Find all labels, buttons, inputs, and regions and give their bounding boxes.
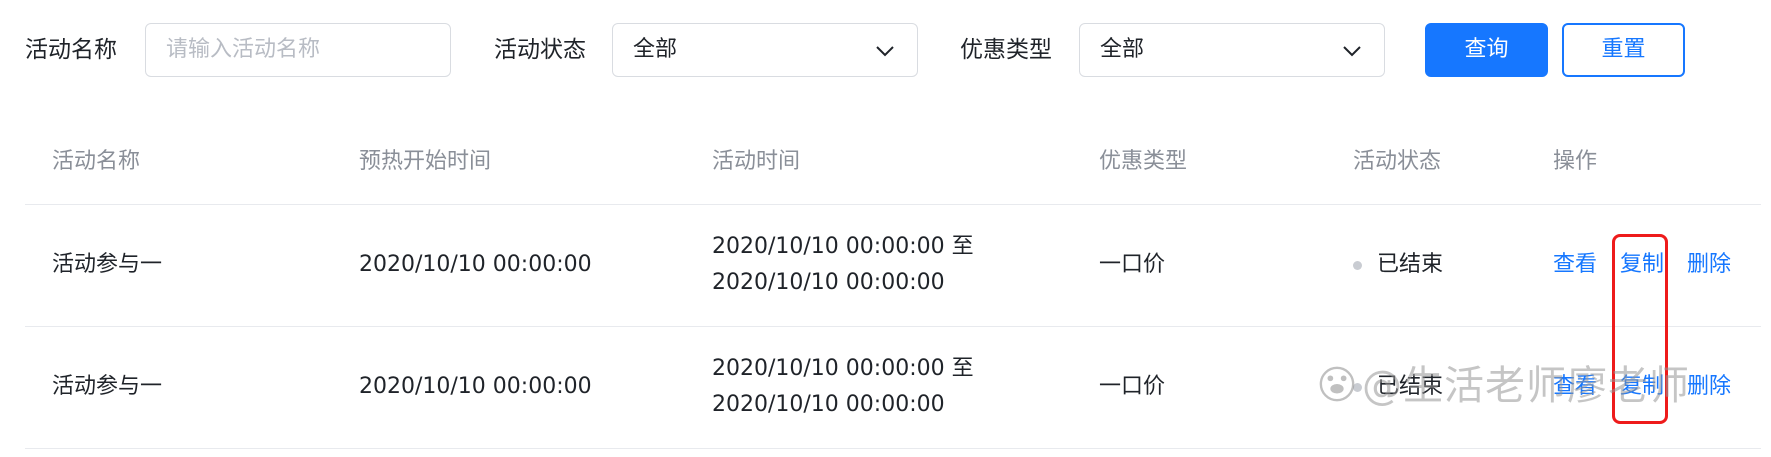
filter-bar: 活动名称 请输入活动名称 活动状态 全部 优惠类型 全部 查询 重置 — [0, 0, 1771, 100]
status-badge: 已结束 — [1377, 374, 1444, 399]
status-dot-icon — [1353, 383, 1362, 392]
header-activity-status: 活动状态 — [1353, 149, 1442, 174]
activity-status-label: 活动状态 — [494, 37, 586, 63]
query-button[interactable]: 查询 — [1425, 23, 1548, 77]
cell-preheat-start: 2020/10/10 00:00:00 — [359, 252, 592, 277]
cell-activity-time: 2020/10/10 00:00:00 至 2020/10/10 00:00:0… — [712, 351, 974, 423]
table-header: 活动名称 预热开始时间 活动时间 优惠类型 活动状态 操作 — [25, 120, 1761, 205]
reset-button[interactable]: 重置 — [1562, 23, 1685, 77]
chevron-down-icon — [876, 46, 894, 57]
cell-activity-time: 2020/10/10 00:00:00 至 2020/10/10 00:00:0… — [712, 229, 974, 301]
header-actions: 操作 — [1553, 149, 1598, 174]
copy-link[interactable]: 复制 — [1620, 249, 1664, 281]
header-activity-name: 活动名称 — [52, 149, 141, 174]
header-activity-time: 活动时间 — [712, 149, 801, 174]
status-dot-icon — [1353, 261, 1362, 270]
cell-activity-name: 活动参与一 — [52, 252, 163, 277]
table-row: 活动参与一 2020/10/10 00:00:00 2020/10/10 00:… — [25, 327, 1761, 449]
discount-type-select[interactable]: 全部 — [1079, 23, 1385, 77]
discount-type-value: 全部 — [1100, 37, 1145, 62]
copy-link[interactable]: 复制 — [1620, 371, 1664, 403]
time-start: 2020/10/10 00:00:00 至 — [712, 234, 974, 259]
activity-status-value: 全部 — [633, 37, 678, 62]
header-discount-type: 优惠类型 — [1099, 149, 1188, 174]
activity-name-placeholder: 请输入活动名称 — [166, 37, 321, 62]
time-start: 2020/10/10 00:00:00 至 — [712, 356, 974, 381]
time-end: 2020/10/10 00:00:00 — [712, 392, 945, 417]
delete-link[interactable]: 删除 — [1687, 249, 1731, 281]
cell-discount-type: 一口价 — [1099, 374, 1166, 399]
status-badge: 已结束 — [1377, 252, 1444, 277]
cell-discount-type: 一口价 — [1099, 252, 1166, 277]
delete-link[interactable]: 删除 — [1687, 371, 1731, 403]
time-end: 2020/10/10 00:00:00 — [712, 270, 945, 295]
activity-name-input[interactable]: 请输入活动名称 — [145, 23, 451, 77]
view-link[interactable]: 查看 — [1553, 371, 1597, 403]
discount-type-label: 优惠类型 — [960, 37, 1052, 63]
cell-activity-name: 活动参与一 — [52, 374, 163, 399]
chevron-down-icon — [1343, 46, 1361, 57]
activity-status-select[interactable]: 全部 — [612, 23, 918, 77]
view-link[interactable]: 查看 — [1553, 249, 1597, 281]
header-preheat-start: 预热开始时间 — [359, 149, 492, 174]
activity-name-label: 活动名称 — [25, 37, 117, 63]
cell-preheat-start: 2020/10/10 00:00:00 — [359, 374, 592, 399]
table-row: 活动参与一 2020/10/10 00:00:00 2020/10/10 00:… — [25, 205, 1761, 327]
